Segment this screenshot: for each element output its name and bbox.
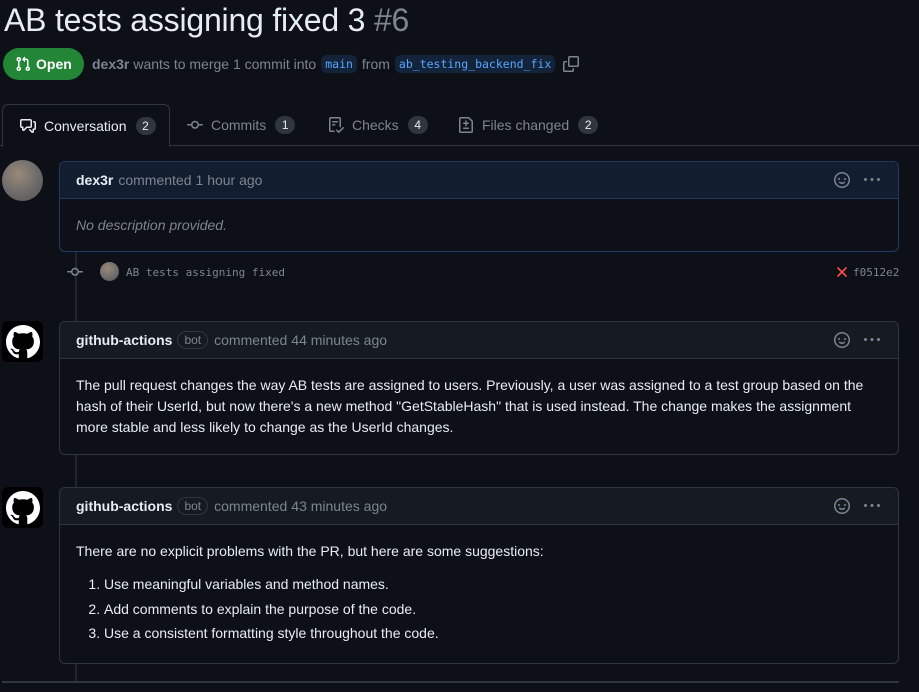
- pr-title: AB tests assigning fixed 3 #6: [4, 2, 409, 39]
- comment-discussion-icon: [20, 118, 36, 133]
- timeline-line: [75, 455, 77, 488]
- suggestion-list: Use meaningful variables and method name…: [76, 574, 882, 644]
- tab-commits-count: 1: [275, 116, 296, 134]
- avatar[interactable]: [100, 262, 119, 281]
- tab-commits-label: Commits: [211, 117, 267, 133]
- tab-checks[interactable]: Checks 4: [328, 104, 428, 146]
- tab-files-changed-label: Files changed: [482, 117, 570, 133]
- from-text: from: [361, 56, 390, 72]
- comment-body-text: No description provided.: [76, 217, 227, 233]
- avatar[interactable]: [2, 160, 43, 201]
- file-diff-icon: [459, 117, 473, 133]
- pr-author-link[interactable]: dex3r: [92, 56, 129, 72]
- comment-body-text: The pull request changes the way AB test…: [76, 377, 864, 435]
- checklist-icon: [329, 117, 344, 133]
- tab-checks-label: Checks: [352, 117, 399, 133]
- pr-title-text: AB tests assigning fixed 3: [4, 2, 366, 38]
- git-pull-request-icon: [16, 56, 31, 72]
- tab-checks-count: 4: [407, 116, 428, 134]
- comment-header: dex3r commented 1 hour ago: [60, 162, 898, 199]
- comment-card: github-actions bot commented 44 minutes …: [59, 321, 899, 455]
- list-item: Use a consistent formatting style throug…: [104, 623, 882, 644]
- copy-icon[interactable]: [563, 56, 580, 72]
- pr-meta: dex3r wants to merge 1 commit into main …: [92, 55, 580, 73]
- comment-header: github-actions bot commented 43 minutes …: [60, 488, 898, 525]
- kebab-horizontal-icon[interactable]: [864, 172, 880, 191]
- comment-time[interactable]: 1 hour ago: [196, 172, 263, 188]
- comment-author[interactable]: github-actions: [76, 332, 172, 348]
- git-commit-icon: [187, 120, 203, 129]
- comment-time[interactable]: 43 minutes ago: [291, 498, 387, 514]
- comment-action: commented: [118, 172, 192, 188]
- base-branch[interactable]: main: [321, 55, 357, 73]
- github-mark-icon: [5, 324, 40, 358]
- comment-action: commented: [214, 332, 288, 348]
- list-item: Use meaningful variables and method name…: [104, 574, 882, 595]
- comment-intro: There are no explicit problems with the …: [76, 543, 544, 559]
- comment-body: No description provided.: [60, 199, 898, 252]
- github-avatar[interactable]: [2, 321, 43, 362]
- x-failure-icon[interactable]: [836, 265, 848, 283]
- comment-body: The pull request changes the way AB test…: [60, 359, 898, 454]
- head-branch[interactable]: ab_testing_backend_fix: [394, 55, 556, 73]
- pr-state-badge: Open: [3, 48, 84, 80]
- comment-card: dex3r commented 1 hour ago No descriptio…: [59, 161, 899, 252]
- bot-badge: bot: [177, 497, 209, 515]
- comment-card: github-actions bot commented 43 minutes …: [59, 487, 899, 664]
- github-mark-icon: [5, 490, 40, 524]
- tab-files-changed-count: 2: [578, 116, 599, 134]
- tab-conversation-count: 2: [135, 116, 156, 135]
- pr-tabs: Conversation 2 Commits 1 Checks 4 Files …: [0, 104, 919, 147]
- smiley-icon[interactable]: [834, 332, 850, 351]
- tab-files-changed[interactable]: Files changed 2: [458, 104, 599, 146]
- github-avatar[interactable]: [2, 487, 43, 528]
- comment-author[interactable]: dex3r: [76, 172, 113, 188]
- git-commit-icon: [66, 264, 84, 285]
- bot-badge: bot: [177, 331, 209, 349]
- timeline-line: [75, 664, 77, 682]
- commit-row: AB tests assigning fixed f0512e2: [66, 262, 906, 282]
- comment-time[interactable]: 44 minutes ago: [291, 332, 387, 348]
- timeline-divider: [2, 681, 899, 683]
- pr-state-label: Open: [36, 56, 72, 72]
- smiley-icon[interactable]: [834, 172, 850, 191]
- commit-sha[interactable]: f0512e2: [853, 266, 899, 279]
- pr-number: #6: [373, 2, 410, 38]
- smiley-icon[interactable]: [834, 498, 850, 517]
- tab-commits[interactable]: Commits 1: [187, 104, 296, 146]
- commit-message[interactable]: AB tests assigning fixed: [126, 266, 285, 279]
- merge-text: wants to merge 1 commit into: [133, 56, 317, 72]
- kebab-horizontal-icon[interactable]: [864, 332, 880, 351]
- tab-conversation[interactable]: Conversation 2: [2, 104, 170, 147]
- comment-action: commented: [214, 498, 288, 514]
- tab-conversation-label: Conversation: [44, 117, 127, 134]
- list-item: Add comments to explain the purpose of t…: [104, 599, 882, 620]
- comment-header: github-actions bot commented 44 minutes …: [60, 322, 898, 359]
- comment-author[interactable]: github-actions: [76, 498, 172, 514]
- kebab-horizontal-icon[interactable]: [864, 498, 880, 517]
- comment-body: There are no explicit problems with the …: [60, 525, 898, 664]
